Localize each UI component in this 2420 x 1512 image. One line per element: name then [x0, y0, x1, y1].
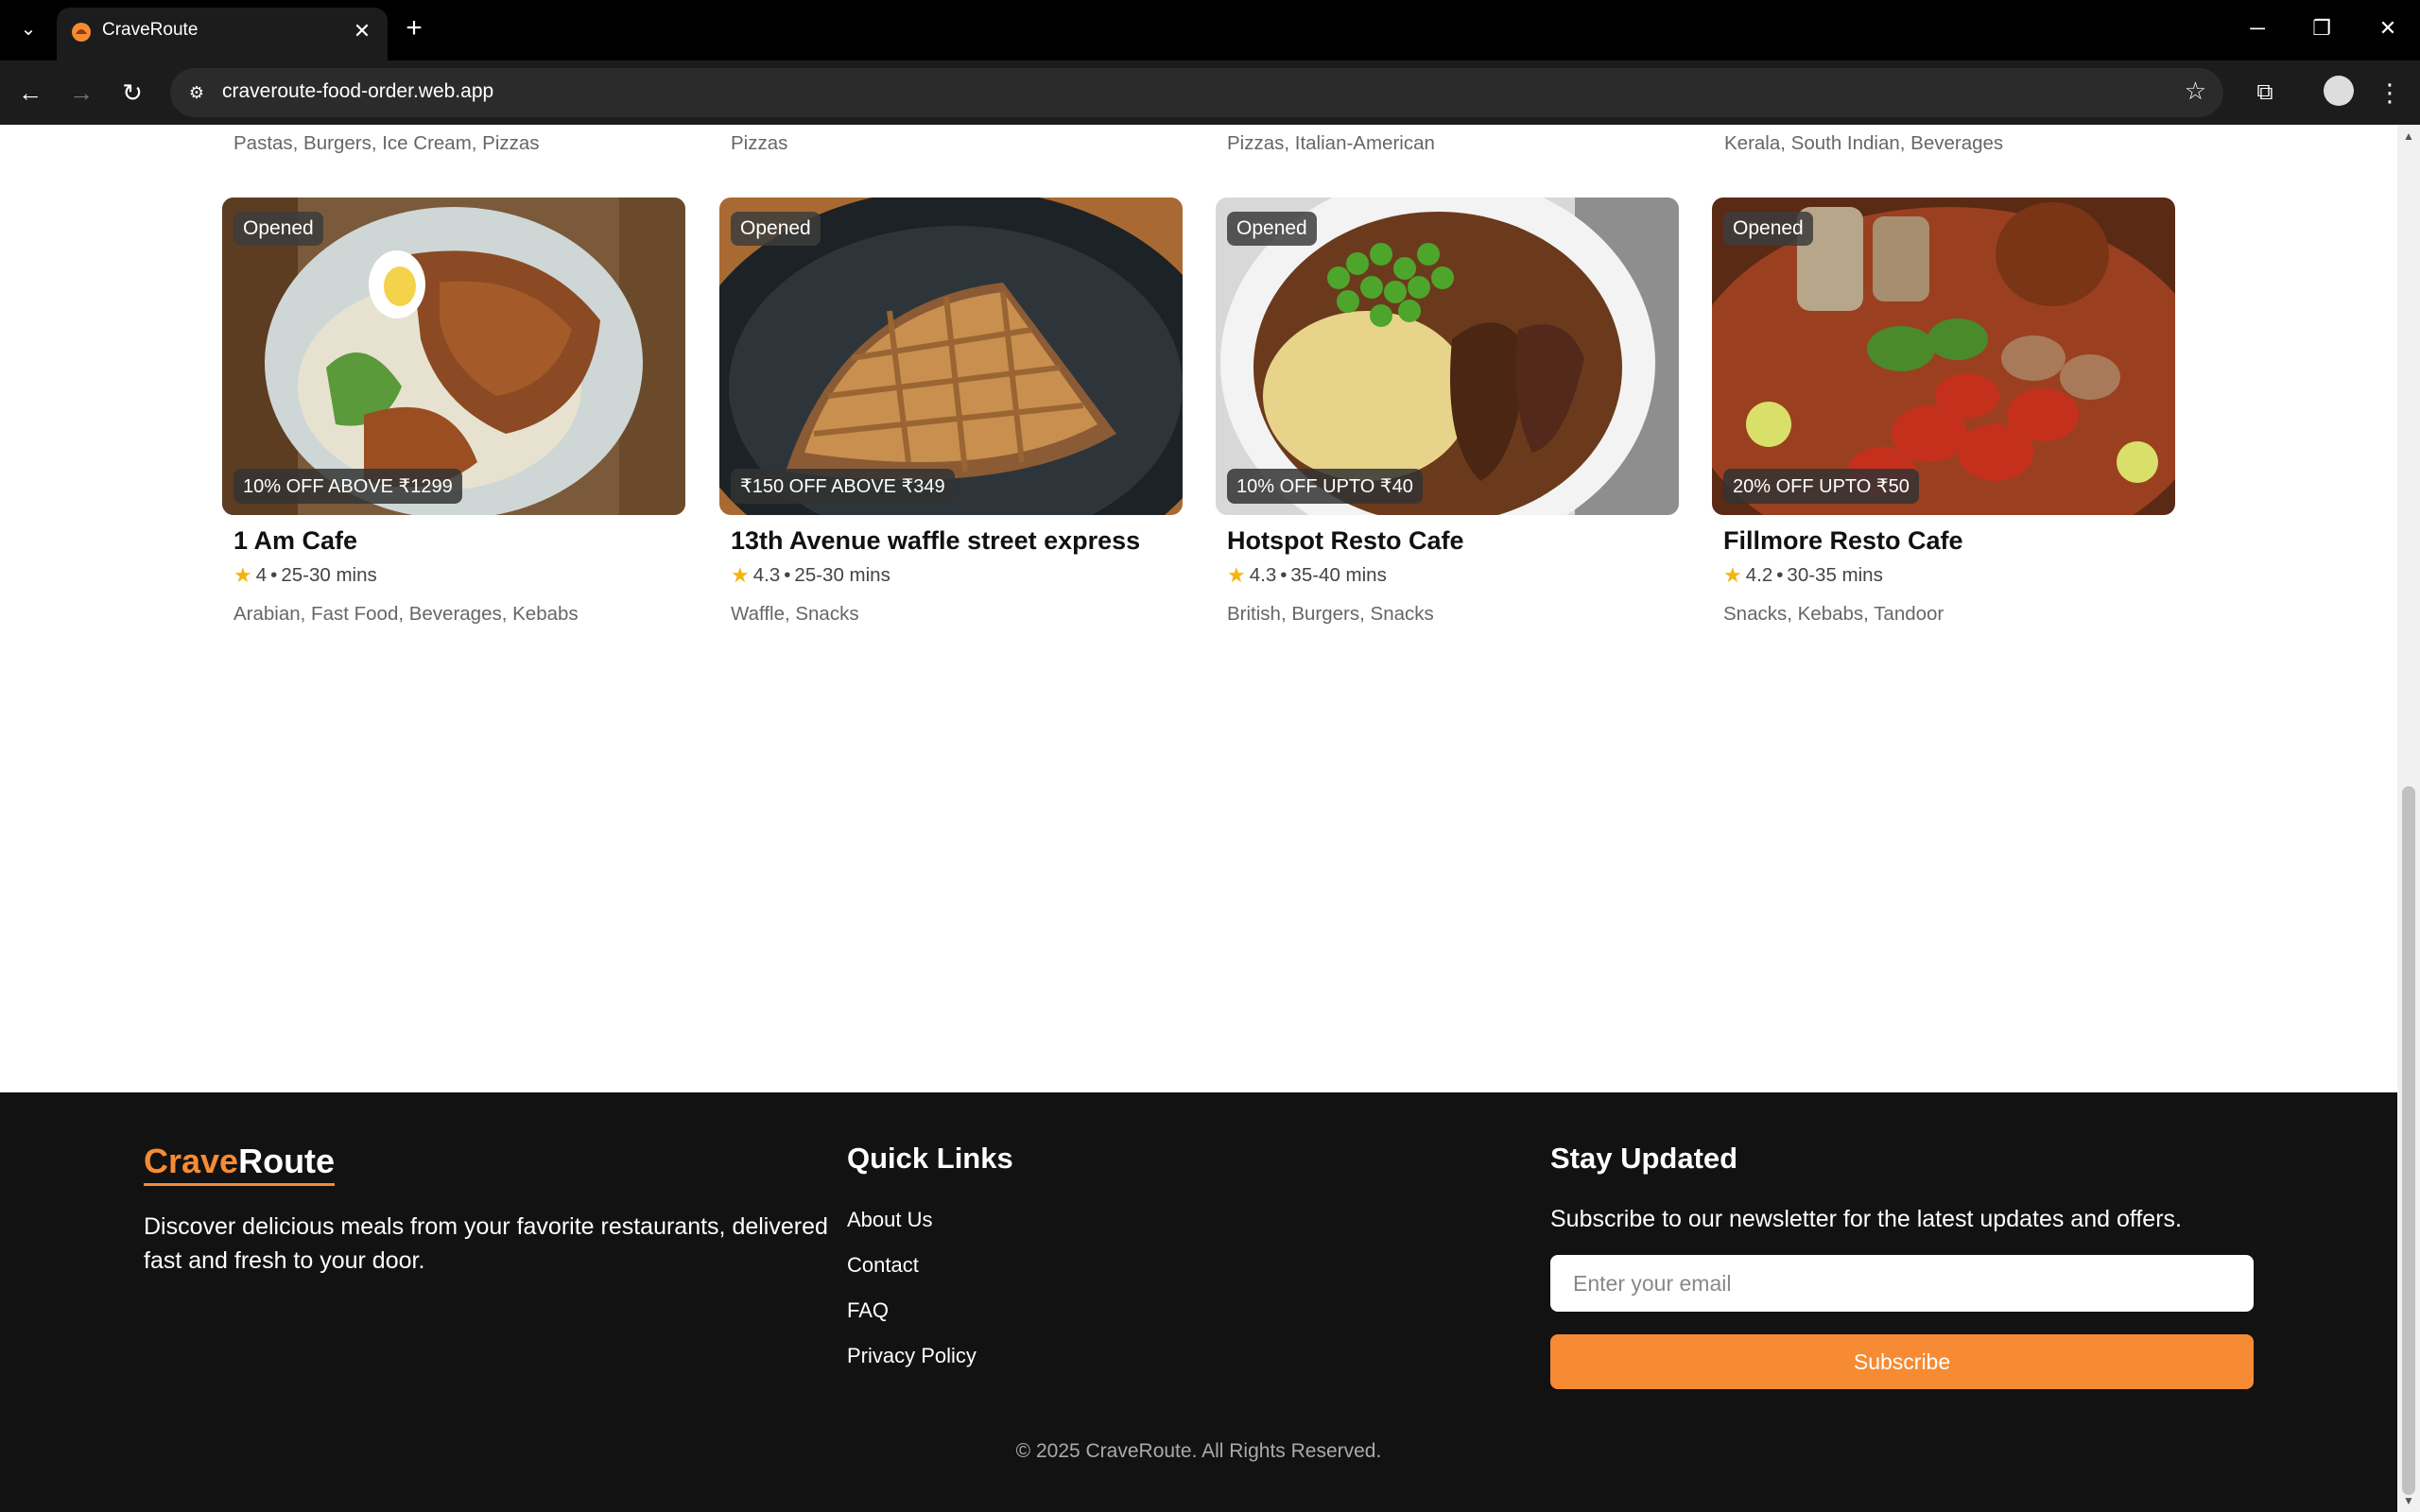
address-bar[interactable]: ⚙ craveroute-food-order.web.app ☆	[170, 68, 2223, 117]
prev-cuisine-4: Kerala, South Indian, Beverages	[1724, 132, 2004, 154]
scrollbar-thumb[interactable]	[2402, 786, 2415, 1495]
rating-value: 4.2	[1745, 564, 1773, 586]
close-window-button[interactable]: ✕	[2369, 9, 2407, 47]
offer-badge: ₹150 OFF ABOVE ₹349	[731, 469, 955, 504]
restaurant-cuisines: Snacks, Kebabs, Tandoor	[1723, 603, 1945, 625]
restaurant-name[interactable]: 13th Avenue waffle street express	[731, 526, 1183, 556]
status-badge: Opened	[1723, 212, 1813, 246]
url-text[interactable]: craveroute-food-order.web.app	[222, 80, 493, 103]
copyright-text: © 2025 CraveRoute. All Rights Reserved.	[1015, 1440, 1382, 1462]
subscribe-button[interactable]: Subscribe	[1550, 1334, 2254, 1389]
meta-separator: •	[270, 564, 278, 586]
restaurant-image[interactable]: Opened 10% OFF UPTO ₹40	[1216, 198, 1679, 515]
restaurant-cuisines: British, Burgers, Snacks	[1227, 603, 1434, 625]
restaurant-name[interactable]: Fillmore Resto Cafe	[1723, 526, 2175, 556]
stay-updated-description: Subscribe to our newsletter for the late…	[1550, 1206, 2182, 1232]
delivery-time: 35-40 mins	[1290, 564, 1387, 586]
restaurant-image[interactable]: Opened 20% OFF UPTO ₹50	[1712, 198, 2175, 515]
rating-value: 4.3	[1249, 564, 1277, 586]
new-tab-button[interactable]: +	[397, 11, 431, 45]
restaurant-meta: ★ 4.3 • 35-40 mins	[1227, 563, 1679, 588]
bookmark-star-icon[interactable]: ☆	[2185, 77, 2206, 106]
restaurant-card[interactable]: Opened ₹150 OFF ABOVE ₹349 13th Avenue w…	[719, 198, 1183, 626]
brand-part-crave: Crave	[144, 1142, 239, 1180]
newsletter-email-input[interactable]	[1550, 1255, 2254, 1312]
delivery-time: 25-30 mins	[281, 564, 377, 586]
scroll-up-arrow-icon[interactable]: ▲	[2397, 127, 2420, 146]
profile-avatar[interactable]	[2324, 76, 2354, 106]
restaurant-card[interactable]: Opened 20% OFF UPTO ₹50 Fillmore Resto C…	[1712, 198, 2175, 626]
prev-cuisine-2: Pizzas	[731, 132, 788, 154]
browser-tab[interactable]: CraveRoute ✕	[57, 8, 388, 60]
meta-separator: •	[784, 564, 791, 586]
restaurant-cuisines: Waffle, Snacks	[731, 603, 859, 625]
tab-close-icon[interactable]: ✕	[348, 17, 376, 45]
prev-cuisine-3: Pizzas, Italian-American	[1227, 132, 1435, 154]
page-viewport: Pastas, Burgers, Ice Cream, Pizzas Pizza…	[0, 125, 2397, 1512]
offer-badge: 10% OFF UPTO ₹40	[1227, 469, 1423, 504]
back-button[interactable]: ←	[11, 74, 49, 112]
delivery-time: 25-30 mins	[794, 564, 890, 586]
tab-search-chevron-icon[interactable]: ⌄	[13, 13, 43, 43]
page-scrollbar[interactable]: ▲ ▼	[2397, 125, 2420, 1512]
brand-part-route: Route	[238, 1142, 336, 1180]
status-badge: Opened	[233, 212, 323, 246]
restaurant-name[interactable]: 1 Am Cafe	[233, 526, 685, 556]
offer-badge: 10% OFF ABOVE ₹1299	[233, 469, 462, 504]
quick-links-title: Quick Links	[847, 1142, 1013, 1175]
prev-cuisine-1: Pastas, Burgers, Ice Cream, Pizzas	[233, 132, 540, 154]
status-badge: Opened	[1227, 212, 1317, 246]
restaurant-name[interactable]: Hotspot Resto Cafe	[1227, 526, 1679, 556]
restaurant-card[interactable]: Opened 10% OFF UPTO ₹40 Hotspot Resto Ca…	[1216, 198, 1679, 626]
rating-star-icon: ★	[1723, 563, 1742, 587]
footer-link-about-us[interactable]: About Us	[847, 1208, 977, 1253]
stay-updated-title: Stay Updated	[1550, 1142, 1738, 1175]
footer-link-faq[interactable]: FAQ	[847, 1298, 977, 1344]
status-badge: Opened	[731, 212, 821, 246]
quick-links-list: About Us Contact FAQ Privacy Policy	[847, 1208, 977, 1389]
extensions-icon[interactable]: ⧉	[2246, 74, 2284, 112]
forward-button[interactable]: →	[62, 74, 100, 112]
restaurant-image[interactable]: Opened ₹150 OFF ABOVE ₹349	[719, 198, 1183, 515]
craveroute-favicon-icon	[72, 23, 91, 42]
footer-link-contact[interactable]: Contact	[847, 1253, 977, 1298]
delivery-time: 30-35 mins	[1787, 564, 1883, 586]
site-info-icon[interactable]: ⚙	[180, 76, 214, 110]
footer-link-privacy-policy[interactable]: Privacy Policy	[847, 1344, 977, 1389]
browser-menu-icon[interactable]: ⋮	[2375, 74, 2405, 112]
meta-separator: •	[1280, 564, 1288, 586]
restaurant-meta: ★ 4 • 25-30 mins	[233, 563, 685, 588]
restaurant-meta: ★ 4.2 • 30-35 mins	[1723, 563, 2175, 588]
meta-separator: •	[1776, 564, 1784, 586]
rating-star-icon: ★	[731, 563, 750, 587]
previous-restaurant-row: Pastas, Burgers, Ice Cream, Pizzas Pizza…	[0, 132, 2397, 170]
browser-toolbar: ← → ↻ ⚙ craveroute-food-order.web.app ☆ …	[0, 60, 2420, 125]
rating-value: 4	[255, 564, 268, 586]
restore-button[interactable]: ❐	[2303, 9, 2341, 47]
offer-badge: 20% OFF UPTO ₹50	[1723, 469, 1919, 504]
browser-tab-strip: ⌄ CraveRoute ✕ + ─ ❐ ✕	[0, 0, 2420, 60]
rating-star-icon: ★	[233, 563, 252, 587]
restaurant-cuisines: Arabian, Fast Food, Beverages, Kebabs	[233, 603, 579, 625]
rating-value: 4.3	[752, 564, 781, 586]
restaurant-image[interactable]: Opened 10% OFF ABOVE ₹1299	[222, 198, 685, 515]
scroll-down-arrow-icon[interactable]: ▼	[2397, 1491, 2420, 1510]
restaurant-card[interactable]: Opened 10% OFF ABOVE ₹1299 1 Am Cafe ★ 4…	[222, 198, 685, 626]
footer-logo[interactable]: CraveRoute	[144, 1142, 336, 1186]
minimize-button[interactable]: ─	[2238, 9, 2276, 47]
reload-button[interactable]: ↻	[113, 74, 151, 112]
rating-star-icon: ★	[1227, 563, 1246, 587]
tab-title: CraveRoute	[102, 20, 199, 40]
footer-description: Discover delicious meals from your favor…	[144, 1213, 828, 1274]
restaurant-meta: ★ 4.3 • 25-30 mins	[731, 563, 1183, 588]
site-footer: CraveRoute Discover delicious meals from…	[0, 1092, 2397, 1512]
